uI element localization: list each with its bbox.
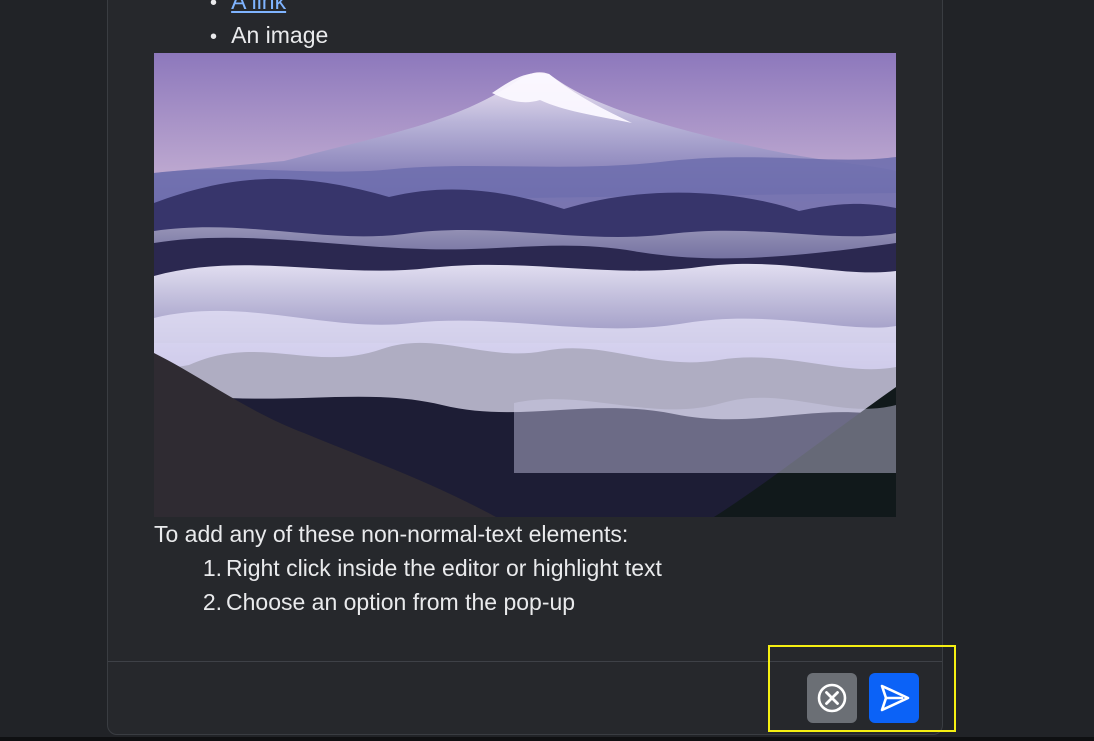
cancel-circle-icon xyxy=(817,683,847,713)
rich-text-editor[interactable]: • A link • An image To add any of these … xyxy=(107,0,943,735)
bullet-marker: • xyxy=(210,0,218,14)
list-item-text: Choose an option from the pop-up xyxy=(226,589,576,615)
cancel-button[interactable] xyxy=(807,673,857,723)
list-item: 2. Choose an option from the pop-up xyxy=(154,585,854,619)
send-icon xyxy=(880,684,910,712)
bullet-marker: • xyxy=(210,26,218,48)
bullet-image-label: An image xyxy=(231,22,329,48)
list-number: 2. xyxy=(202,589,222,615)
bottom-strip xyxy=(0,737,1094,741)
send-button[interactable] xyxy=(869,673,919,723)
instruction-list: 1. Right click inside the editor or high… xyxy=(154,551,854,619)
example-link[interactable]: A link xyxy=(231,0,286,14)
bullet-link-item: • A link xyxy=(210,0,286,18)
list-item: 1. Right click inside the editor or high… xyxy=(154,551,854,585)
bullet-image-item: • An image xyxy=(210,18,328,52)
footer-divider xyxy=(108,661,942,662)
mountain-landscape-image xyxy=(154,53,896,517)
editor-screen: • A link • An image To add any of these … xyxy=(0,0,1094,741)
list-number: 1. xyxy=(202,555,222,581)
list-item-text: Right click inside the editor or highlig… xyxy=(226,555,662,581)
instruction-paragraph: To add any of these non-normal-text elem… xyxy=(154,521,629,547)
